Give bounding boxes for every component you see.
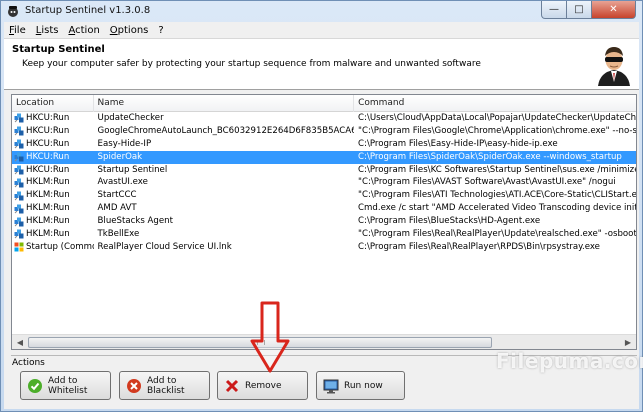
cell-name: RealPlayer Cloud Service UI.lnk bbox=[97, 241, 232, 252]
menu-bar: File Lists Action Options ? bbox=[4, 22, 639, 39]
header-subtitle: Keep your computer safer by protecting y… bbox=[22, 59, 481, 69]
table-row[interactable]: Startup (Common)RealPlayer Cloud Service… bbox=[12, 241, 636, 254]
table-row[interactable]: HKCU:Run SpiderOak C:\Program Files\Spider… bbox=[12, 150, 636, 164]
red-arrow-down-icon bbox=[250, 301, 290, 373]
minimize-icon: — bbox=[549, 4, 559, 15]
cell-command: C:\Program Files\SpiderOak\SpiderOak.exe… bbox=[358, 151, 622, 162]
remove-button[interactable]: Remove bbox=[217, 371, 308, 400]
scroll-right-icon[interactable]: ▶ bbox=[621, 336, 635, 349]
add-to-whitelist-button[interactable]: Add to Whitelist bbox=[20, 371, 111, 400]
registry-icon bbox=[14, 217, 24, 227]
cell-location: HKLM:Run bbox=[12, 176, 94, 189]
registry-icon bbox=[14, 152, 24, 162]
run-now-button[interactable]: Run now bbox=[316, 371, 405, 400]
app-logo-icon bbox=[8, 6, 18, 17]
cell-command: "C:\Program Files\Real\RealPlayer\Update… bbox=[358, 229, 637, 240]
table-row[interactable]: HKLM:Run AvastUI.exe "C:\Program Files\AVA… bbox=[12, 176, 636, 189]
cell-command: C:\Program Files\Easy-Hide-IP\easy-hide-… bbox=[358, 138, 558, 149]
cell-location: HKCU:Run bbox=[12, 112, 94, 125]
column-header-name[interactable]: Name bbox=[94, 95, 355, 112]
cell-command: Cmd.exe /c start "AMD Accelerated Video … bbox=[358, 203, 636, 214]
minimize-button[interactable]: — bbox=[541, 1, 567, 19]
registry-icon bbox=[14, 191, 24, 201]
registry-icon bbox=[14, 139, 24, 149]
scroll-left-icon[interactable]: ◀ bbox=[13, 336, 27, 349]
startup-entries-list[interactable]: Location Name Command HKCU:Run UpdateChec… bbox=[11, 94, 637, 350]
cell-location: HKCU:Run bbox=[12, 138, 94, 151]
cell-location: HKCU:Run bbox=[12, 164, 94, 177]
sentinel-mascot-icon bbox=[598, 47, 630, 86]
monitor-icon bbox=[323, 379, 339, 393]
maximize-icon: □ bbox=[574, 4, 584, 15]
maximize-button[interactable]: □ bbox=[567, 1, 592, 19]
table-row[interactable]: HKLM:Run BlueStacks Agent C:\Program Files… bbox=[12, 215, 636, 228]
window-title: Startup Sentinel v1.3.0.8 bbox=[25, 5, 151, 16]
add-to-blacklist-button[interactable]: Add to Blacklist bbox=[119, 371, 210, 400]
cell-command: "C:\Program Files\ATI Technologies\ATI.A… bbox=[358, 190, 637, 201]
cell-name: StartCCC bbox=[97, 190, 137, 201]
menu-options[interactable]: Options bbox=[105, 25, 154, 36]
check-icon bbox=[28, 378, 42, 393]
registry-icon bbox=[14, 113, 24, 123]
column-header-location[interactable]: Location bbox=[12, 95, 94, 112]
cell-name: Easy-Hide-IP bbox=[97, 138, 152, 149]
table-row[interactable]: HKCU:Run Startup Sentinel C:\Program Files… bbox=[12, 164, 637, 177]
registry-icon bbox=[14, 178, 24, 188]
window-controls: — □ ✕ bbox=[541, 1, 636, 19]
cell-name: GoogleChromeAutoLaunch_BC6032912E264D6F8… bbox=[97, 125, 355, 136]
cell-name: UpdateChecker bbox=[97, 113, 164, 123]
menu-action[interactable]: Action bbox=[63, 25, 104, 36]
table-row[interactable]: HKCU:Run GoogleChromeAutoLaunch_BC6032912… bbox=[12, 125, 637, 138]
header-banner: Startup Sentinel Keep your computer safe… bbox=[4, 39, 639, 90]
cell-location: HKCU:Run bbox=[12, 125, 94, 138]
windows-icon bbox=[14, 242, 24, 252]
menu-help[interactable]: ? bbox=[153, 25, 168, 36]
title-bar[interactable]: Startup Sentinel v1.3.0.8 — □ ✕ bbox=[1, 1, 642, 22]
cell-location: Startup (Common) bbox=[12, 241, 94, 254]
horizontal-scrollbar[interactable]: ◀ ▶ bbox=[12, 334, 636, 349]
app-window: Startup Sentinel v1.3.0.8 — □ ✕ File Lis… bbox=[0, 0, 643, 412]
table-row[interactable]: HKLM:Run StartCCC "C:\Program Files\ATI Te… bbox=[12, 189, 637, 202]
cell-name: Startup Sentinel bbox=[97, 164, 168, 175]
registry-icon bbox=[14, 165, 24, 175]
list-rows: HKCU:Run UpdateChecker C:\Users\Cloud\AppD… bbox=[12, 112, 637, 254]
registry-icon bbox=[14, 126, 24, 136]
cell-command: "C:\Program Files\Google\Chrome\Applicat… bbox=[358, 125, 637, 136]
cell-name: TkBellExe bbox=[97, 229, 140, 240]
cell-location: HKLM:Run bbox=[12, 228, 94, 241]
cell-command: C:\Program Files\Real\RealPlayer\RPDS\Bi… bbox=[358, 241, 600, 252]
column-header-command[interactable]: Command bbox=[354, 95, 636, 112]
cell-name: BlueStacks Agent bbox=[97, 216, 173, 227]
close-icon: ✕ bbox=[609, 4, 618, 15]
cell-location: HKLM:Run bbox=[12, 189, 94, 202]
cell-command: "C:\Program Files\AVAST Software\Avast\A… bbox=[358, 177, 616, 188]
cell-command: C:\Program Files\BlueStacks\HD-Agent.exe bbox=[358, 216, 541, 227]
list-header: Location Name Command bbox=[12, 95, 636, 112]
registry-icon bbox=[14, 229, 24, 239]
table-row[interactable]: HKCU:Run UpdateChecker C:\Users\Cloud\AppD… bbox=[12, 112, 637, 125]
menu-lists[interactable]: Lists bbox=[31, 25, 64, 36]
actions-label: Actions bbox=[12, 358, 45, 368]
registry-icon bbox=[14, 204, 24, 214]
cell-location: HKLM:Run bbox=[12, 202, 94, 215]
close-button[interactable]: ✕ bbox=[592, 1, 636, 19]
table-row[interactable]: HKLM:Run TkBellExe "C:\Program Files\Real\… bbox=[12, 228, 637, 241]
cell-name: AMD AVT bbox=[97, 203, 137, 214]
watermark-text: Filepuma.com bbox=[496, 349, 643, 373]
table-row[interactable]: HKCU:Run Easy-Hide-IP C:\Program Files\Eas… bbox=[12, 138, 636, 151]
cell-name: SpiderOak bbox=[97, 151, 143, 162]
menu-file[interactable]: File bbox=[4, 25, 31, 36]
block-icon bbox=[127, 378, 141, 393]
cell-location: HKCU:Run bbox=[12, 151, 94, 164]
table-row[interactable]: HKLM:Run AMD AVT Cmd.exe /c start "AMD Acc… bbox=[12, 202, 636, 215]
cell-command: C:\Program Files\KC Softwares\Startup Se… bbox=[358, 164, 637, 175]
cell-command: C:\Users\Cloud\AppData\Local\Popajar\Upd… bbox=[358, 113, 637, 123]
header-title: Startup Sentinel bbox=[12, 44, 105, 55]
cell-name: AvastUI.exe bbox=[97, 177, 148, 188]
remove-x-icon bbox=[225, 379, 239, 392]
cell-location: HKLM:Run bbox=[12, 215, 94, 228]
